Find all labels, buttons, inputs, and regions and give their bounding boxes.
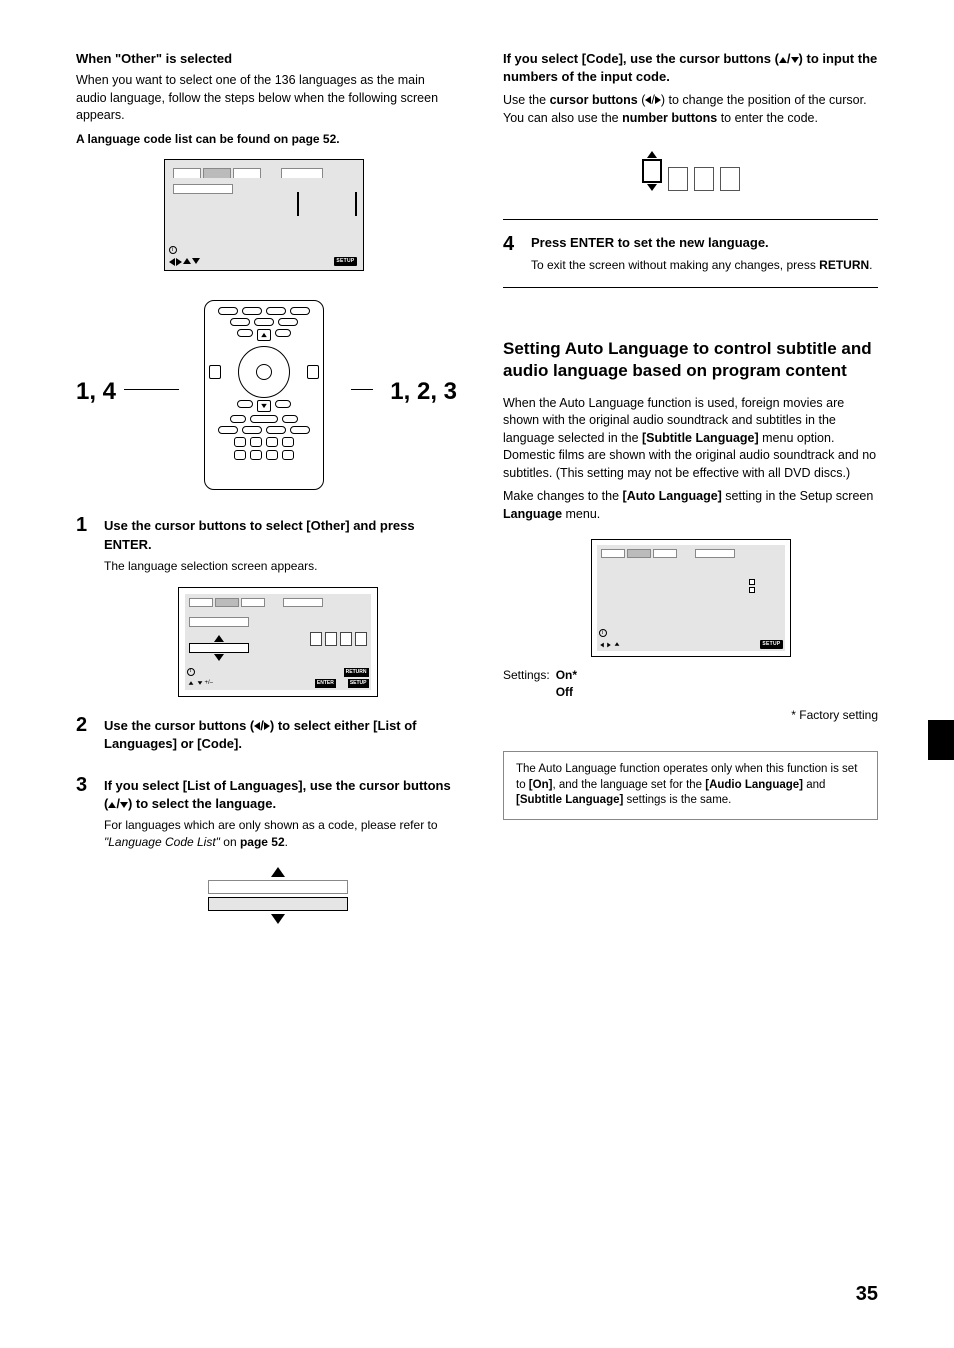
left-arrow-icon: [600, 643, 604, 648]
settings-values: Settings: On* Off: [503, 667, 878, 701]
section-p1: When the Auto Language function is used,…: [503, 395, 878, 483]
figure-remote: 1, 4 1, 2, 3: [76, 295, 451, 495]
info-icon: i: [599, 629, 607, 637]
right-column: If you select [Code], use the cursor but…: [503, 50, 878, 958]
section-heading: Setting Auto Language to control subtitl…: [503, 338, 878, 382]
up-arrow-icon: [183, 258, 191, 264]
auto-language-note: The Auto Language function operates only…: [503, 751, 878, 820]
down-arrow-icon: [271, 914, 285, 924]
section-p2: Make changes to the [Auto Language] sett…: [503, 488, 878, 523]
step-number: 3: [76, 775, 90, 940]
callout-1-2-3: 1, 2, 3: [390, 375, 457, 409]
step-number: 4: [503, 234, 517, 273]
up-arrow-icon: [108, 802, 116, 808]
step3-title: If you select [List of Languages], use t…: [104, 777, 451, 813]
remote-diagram: [204, 300, 324, 490]
down-arrow-icon: [791, 57, 799, 63]
info-icon: i: [187, 668, 195, 676]
setup-badge: SETUP: [334, 257, 356, 266]
left-arrow-icon: [169, 258, 175, 266]
figure-updown-selector: [208, 867, 348, 924]
step4-text: To exit the screen without making any ch…: [531, 257, 873, 274]
right-arrow-icon: [176, 258, 182, 266]
step1-text: The language selection screen appears.: [104, 558, 451, 575]
up-arrow-icon: [188, 682, 193, 686]
setup-badge: SETUP: [348, 679, 369, 688]
step-2: 2 Use the cursor buttons (/) to select e…: [76, 715, 451, 757]
step2-title: Use the cursor buttons (/) to select eit…: [104, 717, 451, 753]
figure-auto-language-screen: i SETUP: [591, 539, 791, 657]
down-arrow-icon: [647, 184, 657, 191]
step-number: 1: [76, 515, 90, 696]
figure-code-entry: [503, 151, 878, 191]
step-3: 3 If you select [List of Languages], use…: [76, 775, 451, 940]
enter-badge: ENTER: [315, 679, 336, 688]
callout-1-4: 1, 4: [76, 375, 116, 409]
intro-text: When you want to select one of the 136 l…: [76, 72, 451, 125]
steps-list: 1 Use the cursor buttons to select [Othe…: [76, 515, 451, 940]
up-arrow-icon: [271, 867, 285, 877]
step-number: 2: [76, 715, 90, 757]
page-number: 35: [856, 1280, 878, 1308]
setup-badge: SETUP: [760, 640, 782, 649]
step4-title: Press ENTER to set the new language.: [531, 234, 873, 252]
figure-menu-screen: i SETUP: [76, 159, 451, 271]
left-arrow-icon: [645, 96, 651, 104]
step3-text: For languages which are only shown as a …: [104, 817, 451, 851]
down-arrow-icon: [120, 802, 128, 808]
return-badge: RETURN: [344, 668, 369, 677]
right-arrow-icon: [607, 643, 611, 648]
factory-setting-note: * Factory setting: [503, 707, 878, 724]
up-arrow-icon: [647, 151, 657, 158]
down-arrow-icon: [197, 682, 202, 686]
left-arrow-icon: [254, 722, 260, 730]
code-heading: If you select [Code], use the cursor but…: [503, 50, 878, 86]
when-other-heading: When "Other" is selected: [76, 50, 451, 68]
code-text: Use the cursor buttons (/) to change the…: [503, 92, 878, 127]
down-arrow-icon: [192, 258, 200, 264]
info-icon: i: [169, 246, 177, 254]
code-list-note: A language code list can be found on pag…: [76, 131, 451, 148]
figure-lang-select-screen: i +/– RETURN ENTER: [178, 587, 378, 697]
page-edge-tab: [928, 720, 954, 760]
left-column: When "Other" is selected When you want t…: [76, 50, 451, 958]
up-arrow-icon: [779, 57, 787, 63]
step-1: 1 Use the cursor buttons to select [Othe…: [76, 515, 451, 696]
up-arrow-icon: [614, 642, 619, 646]
step1-title: Use the cursor buttons to select [Other]…: [104, 517, 451, 553]
